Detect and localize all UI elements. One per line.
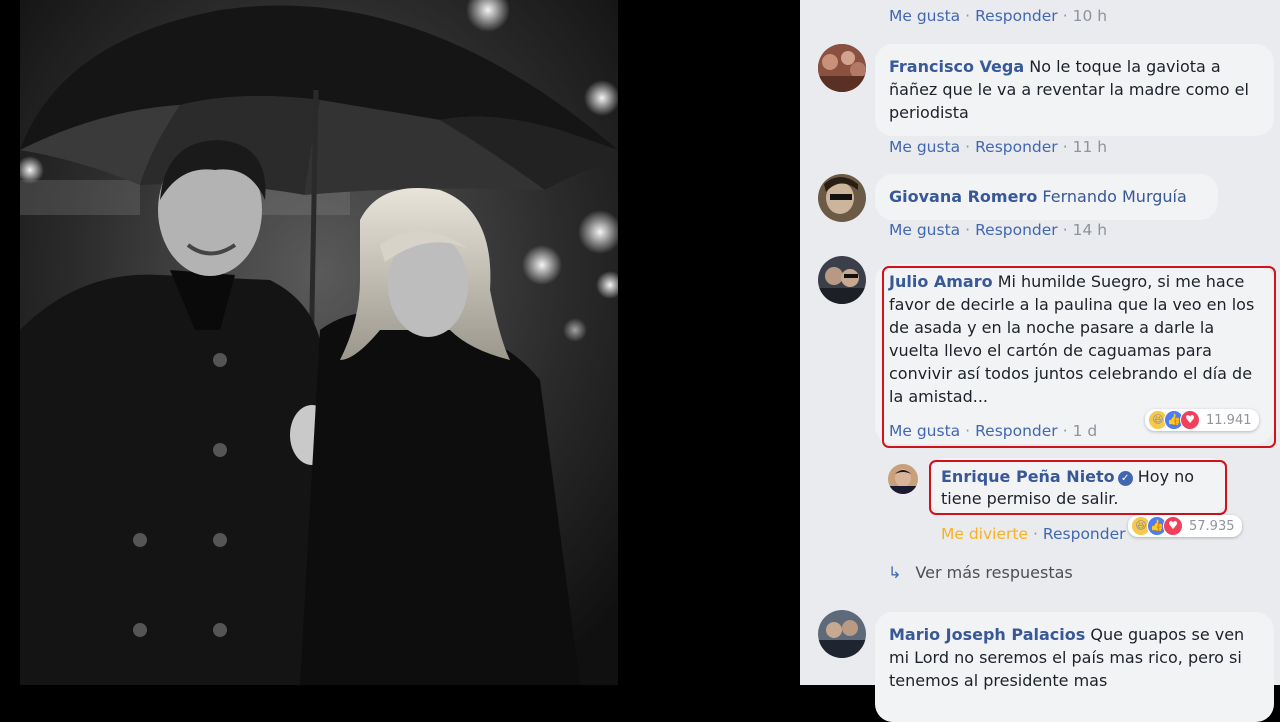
comment-actions: Me gusta · Responder · 1 d bbox=[889, 422, 1098, 440]
like-button[interactable]: Me gusta bbox=[889, 138, 960, 156]
post-photo[interactable] bbox=[20, 0, 618, 685]
reply-arrow-icon: ↳ bbox=[888, 563, 902, 582]
tagged-name[interactable]: Fernando Murguía bbox=[1042, 187, 1186, 206]
post-photo-image bbox=[20, 0, 618, 685]
love-reaction-icon: ♥ bbox=[1163, 516, 1183, 536]
reply-button[interactable]: Responder bbox=[975, 138, 1058, 156]
more-replies-link[interactable]: ↳ Ver más respuestas bbox=[888, 563, 1073, 582]
comment-author[interactable]: Enrique Peña Nieto bbox=[941, 467, 1115, 486]
reply-bubble: Enrique Peña Nieto ✓ Hoy no tiene permiso… bbox=[929, 458, 1227, 514]
comment-bubble: Mario Joseph Palacios Que guapos se ven … bbox=[875, 612, 1274, 722]
avatar-julio-amaro[interactable] bbox=[818, 256, 866, 304]
love-reaction-icon: ♥ bbox=[1180, 410, 1200, 430]
avatar-giovana-romero[interactable] bbox=[818, 174, 866, 222]
avatar-francisco-vega[interactable] bbox=[818, 44, 866, 92]
comment-author[interactable]: Francisco Vega bbox=[889, 57, 1024, 76]
comment-author[interactable]: Mario Joseph Palacios bbox=[889, 625, 1085, 644]
like-button[interactable]: Me gusta bbox=[889, 221, 960, 239]
comment-actions: Me gusta · Responder · 14 h bbox=[889, 221, 1108, 239]
reply-button[interactable]: Responder bbox=[975, 221, 1058, 239]
avatar-mario-joseph-palacios[interactable] bbox=[818, 610, 866, 658]
reaction-button[interactable]: Me divierte bbox=[941, 525, 1028, 543]
comment-bubble: Giovana Romero Fernando Murguía bbox=[875, 174, 1218, 220]
comment-time[interactable]: 1 d bbox=[1073, 422, 1098, 440]
comment-time[interactable]: 11 h bbox=[1073, 138, 1107, 156]
avatar-enrique-pena-nieto[interactable] bbox=[888, 464, 918, 494]
reaction-count: 57.935 bbox=[1189, 518, 1235, 534]
reactions-summary[interactable]: 😆 👍 ♥ 11.941 bbox=[1145, 409, 1259, 431]
like-button[interactable]: Me gusta bbox=[889, 7, 960, 25]
photo-viewer bbox=[0, 0, 800, 685]
reply-button[interactable]: Responder bbox=[975, 7, 1058, 25]
like-button[interactable]: Me gusta bbox=[889, 422, 960, 440]
comment-author[interactable]: Giovana Romero bbox=[889, 187, 1037, 206]
comment-actions: Me gusta · Responder · 11 h bbox=[889, 138, 1108, 156]
comment-time[interactable]: 14 h bbox=[1073, 221, 1107, 239]
reaction-count: 11.941 bbox=[1206, 412, 1252, 428]
reply-button[interactable]: Responder bbox=[1043, 525, 1126, 543]
more-replies-label: Ver más respuestas bbox=[915, 563, 1073, 582]
verified-badge-icon: ✓ bbox=[1117, 471, 1133, 486]
comment-time[interactable]: 10 h bbox=[1073, 7, 1107, 25]
reply-actions: Me divierte · Responder bbox=[941, 525, 1126, 543]
reply-button[interactable]: Responder bbox=[975, 422, 1058, 440]
comment-bubble: Francisco Vega No le toque la gaviota a … bbox=[875, 44, 1274, 136]
comment-actions: Me gusta · Responder · 10 h bbox=[889, 7, 1108, 25]
comment-text: Mi humilde Suegro, si me hace favor de d… bbox=[889, 272, 1255, 406]
reactions-summary[interactable]: 😆 👍 ♥ 57.935 bbox=[1128, 515, 1242, 537]
comment-author[interactable]: Julio Amaro bbox=[889, 272, 993, 291]
